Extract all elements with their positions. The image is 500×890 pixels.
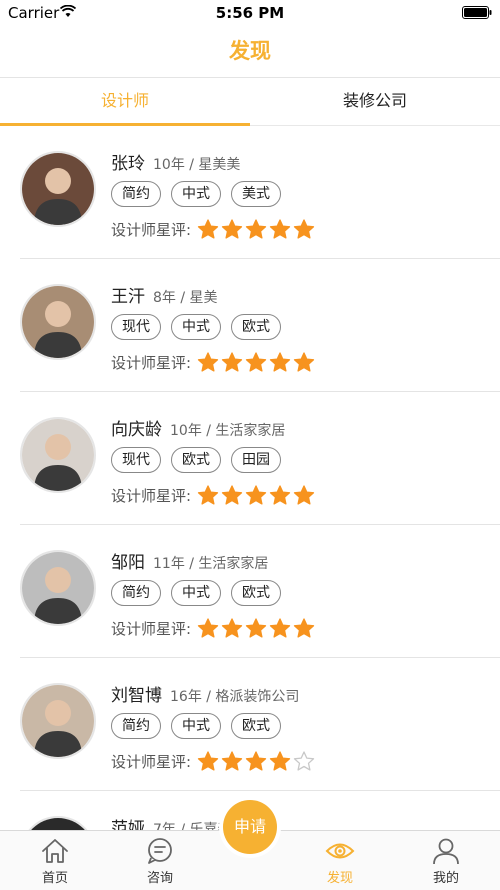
star-filled-icon: [221, 219, 243, 239]
designer-rating: 设计师星评:: [111, 617, 317, 639]
tabbar-item-discover[interactable]: 发现: [290, 831, 390, 890]
rating-label: 设计师星评:: [111, 752, 192, 771]
style-tag: 欧式: [231, 314, 281, 340]
designer-avatar: [20, 683, 96, 759]
style-tags: 简约 中式 欧式: [111, 713, 281, 739]
star-filled-icon: [221, 485, 243, 505]
designer-name: 邹阳: [111, 553, 145, 573]
designer-list[interactable]: 张玲 10年 / 星美美 简约 中式 美式 设计师星评: 王汗 8年 / 星美 现代 中式 欧式 设计…: [0, 126, 500, 830]
tabbar-label-home: 首页: [41, 871, 68, 886]
designer-name: 王汗: [111, 287, 145, 307]
style-tag: 田园: [231, 447, 281, 473]
style-tag: 中式: [171, 181, 221, 207]
designer-avatar: [20, 816, 96, 830]
star-filled-icon: [197, 219, 219, 239]
star-filled-icon: [245, 618, 267, 638]
apply-button[interactable]: 申请: [223, 800, 277, 854]
star-filled-icon: [245, 219, 267, 239]
designer-experience-company: 10年 / 生活家家居: [170, 423, 286, 439]
tabbar-label-discover: 发现: [326, 871, 353, 886]
style-tag: 美式: [231, 181, 281, 207]
style-tag: 欧式: [231, 713, 281, 739]
style-tag: 欧式: [231, 580, 281, 606]
tabbar-item-home[interactable]: 首页: [5, 831, 105, 890]
style-tags: 简约 中式 美式: [111, 181, 281, 207]
designer-name: 刘智博: [111, 686, 162, 706]
tabbar-label-mine: 我的: [432, 871, 459, 886]
designer-card[interactable]: 张玲 10年 / 星美美简约 中式 美式设计师星评:: [20, 126, 500, 259]
star-filled-icon: [245, 485, 267, 505]
designer-card[interactable]: 刘智博 16年 / 格派装饰公司 简约 中式 欧式 设计师星评:: [20, 658, 500, 791]
status-bar: Carrier 5:56 PM: [0, 0, 500, 26]
designer-experience-company: 16年 / 格派装饰公司: [170, 689, 300, 705]
style-tag: 现代: [111, 314, 161, 340]
star-filled-icon: [197, 485, 219, 505]
star-filled-icon: [245, 751, 267, 771]
segment-tabs: 设计师 装修公司: [0, 78, 500, 126]
designer-experience-company: 10年 / 星美美: [153, 157, 241, 173]
designer-rating: 设计师星评:: [111, 484, 317, 506]
star-filled-icon: [269, 352, 291, 372]
style-tag: 简约: [111, 713, 161, 739]
style-tag: 简约: [111, 181, 161, 207]
designer-card[interactable]: 向庆龄 10年 / 生活家家居 现代 欧式 田园 设计师星评:: [20, 392, 500, 525]
designer-card[interactable]: 邹阳 11年 / 生活家家居简约 中式 欧式设计师星评:: [20, 525, 500, 658]
designer-rating: 设计师星评:: [111, 218, 317, 240]
nav-bar: 发现: [0, 26, 500, 78]
star-filled-icon: [269, 219, 291, 239]
designer-name: 范娅: [111, 819, 145, 830]
home-icon: [42, 839, 68, 863]
rating-label: 设计师星评:: [111, 486, 192, 505]
user-icon: [433, 838, 459, 865]
star-filled-icon: [197, 352, 219, 372]
style-tags: 现代 中式 欧式: [111, 314, 281, 340]
star-filled-icon: [221, 352, 243, 372]
designer-experience-company: 8年 / 星美: [153, 290, 218, 306]
designer-avatar: [20, 417, 96, 493]
rating-label: 设计师星评:: [111, 619, 192, 638]
page-title: 发现: [229, 39, 271, 63]
style-tag: 中式: [171, 713, 221, 739]
tabbar-item-consult[interactable]: 咨询: [110, 831, 210, 890]
designer-card[interactable]: 王汗 8年 / 星美现代 中式 欧式设计师星评:: [20, 259, 500, 392]
clock: 5:56 PM: [215, 4, 285, 22]
designer-avatar: [20, 284, 96, 360]
designer-rating: 设计师星评:: [111, 351, 317, 373]
star-filled-icon: [221, 618, 243, 638]
tabbar-label-consult: 咨询: [146, 871, 173, 886]
eye-icon: [325, 843, 355, 859]
designer-avatar: [20, 550, 96, 626]
tab-designers[interactable]: 设计师: [0, 78, 250, 126]
style-tags: 现代 欧式 田园: [111, 447, 281, 473]
designer-avatar: [20, 151, 96, 227]
style-tag: 简约: [111, 580, 161, 606]
rating-label: 设计师星评:: [111, 353, 192, 372]
battery-icon: [462, 6, 492, 19]
chat-icon: [148, 838, 172, 864]
style-tag: 中式: [171, 580, 221, 606]
star-filled-icon: [269, 618, 291, 638]
star-filled-icon: [293, 485, 315, 505]
designer-experience-company: 11年 / 生活家家居: [153, 556, 269, 572]
star-filled-icon: [293, 219, 315, 239]
star-filled-icon: [269, 751, 291, 771]
style-tag: 现代: [111, 447, 161, 473]
style-tags: 简约 中式 欧式: [111, 580, 281, 606]
star-empty-icon: [293, 751, 315, 771]
star-filled-icon: [221, 751, 243, 771]
star-filled-icon: [269, 485, 291, 505]
style-tag: 欧式: [171, 447, 221, 473]
tab-decoration-companies[interactable]: 装修公司: [250, 78, 500, 125]
star-filled-icon: [293, 352, 315, 372]
designer-rating: 设计师星评:: [111, 750, 317, 772]
star-filled-icon: [293, 618, 315, 638]
designer-name: 张玲: [111, 154, 145, 174]
star-filled-icon: [197, 751, 219, 771]
rating-label: 设计师星评:: [111, 220, 192, 239]
star-filled-icon: [245, 352, 267, 372]
star-filled-icon: [197, 618, 219, 638]
tabbar-item-mine[interactable]: 我的: [396, 831, 496, 890]
designer-name: 向庆龄: [111, 420, 162, 440]
style-tag: 中式: [171, 314, 221, 340]
